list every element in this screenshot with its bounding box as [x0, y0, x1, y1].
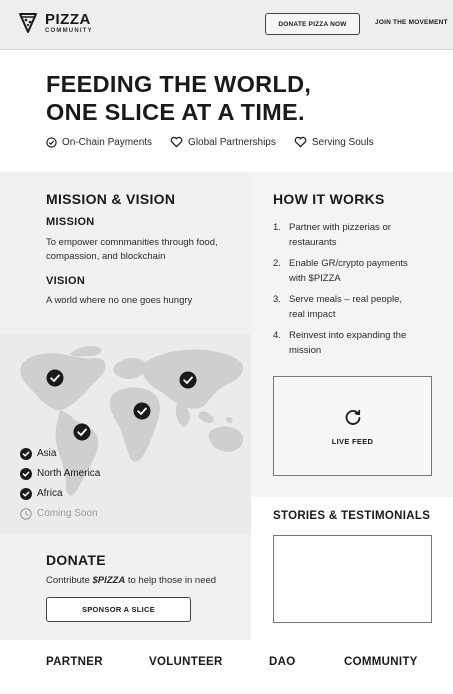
- hero-title-line-1: FEEDING THE WORLD,: [46, 71, 312, 97]
- feature-serving-souls: Serving Souls: [294, 136, 374, 148]
- step-text: Partner with pizzerias or restaurants: [289, 222, 391, 248]
- feature-list: On-Chain Payments Global Partnerships Se…: [46, 136, 392, 148]
- donate-text-suffix: to help those in need: [125, 575, 217, 586]
- step-item: 1. Partner with pizzerias or restaurants: [273, 220, 443, 250]
- footer-nav-volunteer[interactable]: VOLUNTEER: [149, 656, 223, 668]
- hero-title-line-2: ONE SLICE AT A TIME.: [46, 99, 305, 125]
- vision-heading: VISION: [46, 275, 86, 287]
- region-item-north-america: North America: [20, 464, 100, 484]
- region-list: Asia North America Africa Coming Soon: [20, 444, 100, 524]
- region-item-asia: Asia: [20, 444, 100, 464]
- check-filled-icon: [20, 448, 32, 460]
- step-text: Enable GR/crypto payments with $PIZZA: [289, 258, 408, 284]
- pizza-slice-icon: [19, 13, 37, 33]
- location-marker-icon: [133, 402, 151, 420]
- hero-title: FEEDING THE WORLD, ONE SLICE AT A TIME.: [46, 70, 311, 126]
- region-item-africa: Africa: [20, 484, 100, 504]
- check-circle-icon: [46, 136, 57, 148]
- stories-heading: STORIES & TESTIMONIALS: [273, 510, 431, 522]
- logo[interactable]: PIZZA COMMUNITY: [19, 12, 93, 36]
- check-filled-icon: [20, 488, 32, 500]
- region-label: Coming Soon: [37, 508, 98, 519]
- donate-pizza-button[interactable]: DONATE PIZZA NOW: [265, 13, 360, 35]
- location-marker-icon: [46, 369, 64, 387]
- region-label: North America: [37, 468, 101, 479]
- live-feed-label: LIVE FEED: [331, 437, 374, 446]
- mission-heading: MISSION: [46, 216, 95, 228]
- stories-panel[interactable]: [273, 535, 432, 623]
- brand-subtitle: COMMUNITY: [45, 28, 93, 34]
- step-item: 3. Serve meals – real people, real impac…: [273, 292, 443, 322]
- location-marker-icon: [73, 423, 91, 441]
- step-number: 2.: [273, 258, 281, 269]
- feature-on-chain-payments: On-Chain Payments: [46, 137, 152, 148]
- heart-icon: [170, 136, 183, 148]
- clock-icon: [20, 508, 32, 520]
- feature-label: Global Partnerships: [188, 136, 276, 148]
- live-feed-panel[interactable]: LIVE FEED: [273, 376, 432, 476]
- how-it-works-steps: 1. Partner with pizzerias or restaurants…: [273, 220, 443, 364]
- site-header: PIZZA COMMUNITY DONATE PIZZA NOW JOIN TH…: [0, 0, 453, 50]
- footer-nav-community[interactable]: COMMUNITY: [344, 656, 418, 668]
- region-item-coming-soon: Coming Soon: [20, 504, 100, 524]
- region-label: Asia: [37, 448, 57, 459]
- footer-nav-dao[interactable]: DAO: [269, 656, 295, 668]
- step-text: Serve meals – real people, real impact: [289, 294, 403, 320]
- donate-heading: DONATE: [46, 552, 106, 568]
- brand-name: PIZZA: [45, 11, 91, 28]
- how-it-works-heading: HOW IT WORKS: [273, 191, 385, 207]
- step-item: 2. Enable GR/crypto payments with $PIZZA: [273, 256, 443, 286]
- location-marker-icon: [179, 371, 197, 389]
- region-label: Africa: [37, 488, 63, 499]
- step-text: Reinvest into expanding the mission: [289, 330, 407, 356]
- step-item: 4. Reinvest into expanding the mission: [273, 328, 443, 358]
- sponsor-slice-button[interactable]: SPONSOR A SLICE: [46, 597, 191, 622]
- vision-text: A world where no one goes hungry: [46, 295, 193, 306]
- mission-text: To empower comnmanities through food, co…: [46, 237, 218, 262]
- footer-nav-partner[interactable]: PARTNER: [46, 656, 103, 668]
- step-number: 4.: [273, 330, 281, 341]
- heart-icon: [294, 136, 307, 148]
- check-filled-icon: [20, 468, 32, 480]
- refresh-icon[interactable]: [343, 407, 363, 427]
- step-number: 1.: [273, 222, 281, 233]
- donate-text: Contribute $PIZZA to help those in need: [46, 574, 216, 588]
- donate-text-prefix: Contribute: [46, 575, 93, 586]
- hero-section: FEEDING THE WORLD, ONE SLICE AT A TIME. …: [0, 50, 453, 172]
- mission-vision-heading: MISSION & VISION: [46, 191, 176, 207]
- feature-label: On-Chain Payments: [62, 136, 153, 148]
- token-name: $PIZZA: [92, 575, 126, 586]
- step-number: 3.: [273, 294, 281, 305]
- join-movement-link[interactable]: JOIN THE MOVEMENT: [375, 19, 448, 26]
- feature-label: Serving Souls: [311, 136, 374, 148]
- feature-global-partnerships: Global Partnerships: [170, 136, 276, 148]
